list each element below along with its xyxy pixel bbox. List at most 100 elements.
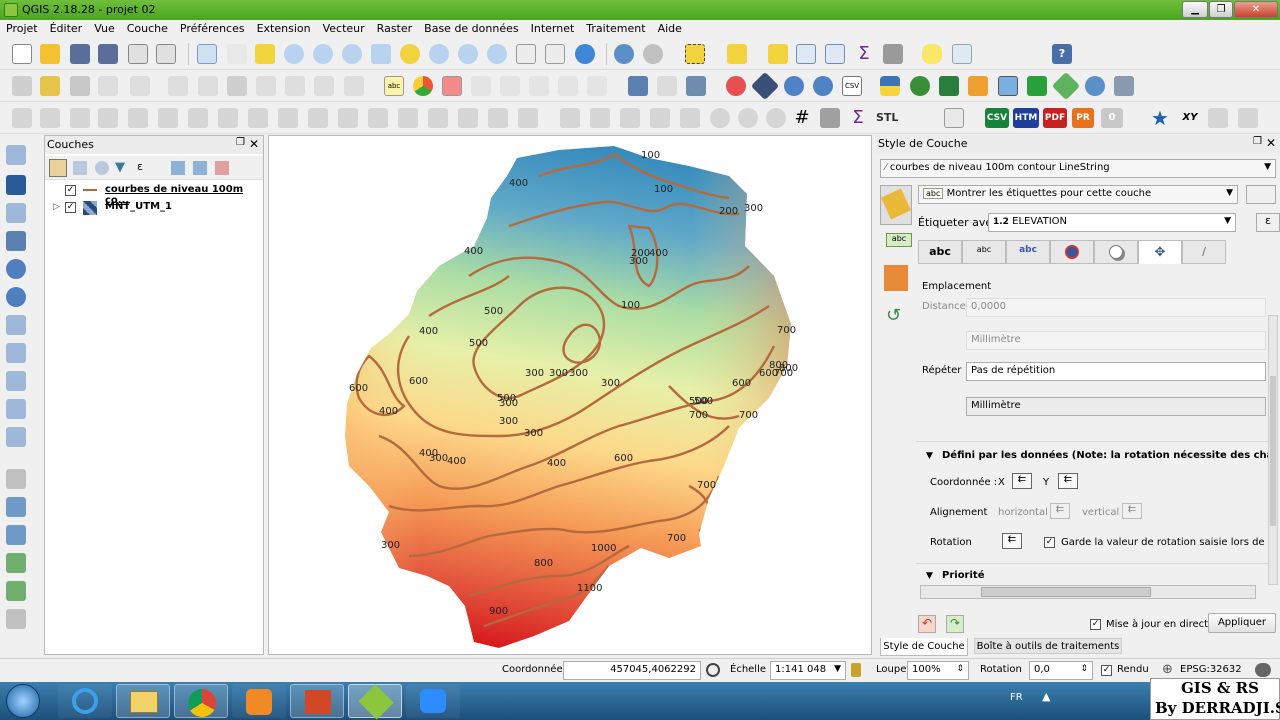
zoom-out-icon[interactable] <box>313 44 333 64</box>
htm-export-icon[interactable]: HTM <box>1013 108 1039 128</box>
zoom-to-selection-icon[interactable] <box>400 44 420 64</box>
menu-base-de-donnees[interactable]: Base de données <box>418 20 524 38</box>
align-v-defined-button[interactable]: ⇇ <box>1122 503 1142 519</box>
snap-icon[interactable] <box>6 609 26 629</box>
fill-ring-icon[interactable] <box>218 108 238 128</box>
close-panel-icon[interactable]: ✕ <box>249 137 259 151</box>
advanced-digitize-icon[interactable] <box>12 108 32 128</box>
digitize-icon[interactable] <box>939 76 959 96</box>
grid-icon[interactable]: # <box>792 108 812 128</box>
split-parts-icon[interactable] <box>398 108 418 128</box>
start-button-icon[interactable] <box>6 684 40 718</box>
tab-placement[interactable]: ✥ <box>1138 240 1182 264</box>
tab-layer-style[interactable]: Style de Couche <box>880 638 968 656</box>
measure-icon[interactable] <box>883 44 903 64</box>
add-raster-layer-icon[interactable] <box>6 175 26 195</box>
check-geometry-icon[interactable] <box>6 581 26 601</box>
globe-icon[interactable] <box>910 76 930 96</box>
rendering-tab-icon[interactable] <box>884 265 908 291</box>
postgis-icon[interactable] <box>686 76 706 96</box>
menu-couche[interactable]: Couche <box>121 20 174 38</box>
zoom-last-icon[interactable] <box>458 44 478 64</box>
scale-select[interactable]: 1:141 048 ▼ <box>770 661 846 680</box>
align-h-defined-button[interactable]: ⇇ <box>1050 503 1070 519</box>
collapse-arrow-icon[interactable]: ▼ <box>926 451 933 461</box>
expand-all-icon[interactable] <box>171 161 185 175</box>
open-project-icon[interactable] <box>40 44 60 64</box>
help-icon[interactable]: ? <box>1052 44 1072 64</box>
apply-button[interactable]: Appliquer <box>1208 613 1276 633</box>
minimize-button[interactable]: ▁ <box>1182 1 1208 18</box>
zero-counter-icon[interactable]: 0 <box>1101 108 1123 128</box>
open-layer-styling-icon[interactable] <box>49 159 67 177</box>
render-checkbox[interactable]: ✓ <box>1101 665 1112 676</box>
taskbar-powerpoint-icon[interactable] <box>290 684 344 718</box>
pan-to-selection-icon[interactable] <box>255 44 275 64</box>
add-group-icon[interactable] <box>73 161 87 175</box>
label-rules-button[interactable] <box>1246 185 1276 204</box>
move-feature-icon[interactable] <box>168 76 188 96</box>
rotation-defined-button[interactable]: ⇇ <box>1002 533 1022 549</box>
vector-icon[interactable] <box>750 71 780 101</box>
topology-icon[interactable] <box>6 553 26 573</box>
collapse-all-icon[interactable] <box>193 161 207 175</box>
scrollbar-thumb[interactable] <box>1270 376 1276 526</box>
new-spatialite-layer-icon[interactable] <box>6 427 26 447</box>
merge-features-icon[interactable] <box>428 108 448 128</box>
label-properties-icon[interactable] <box>587 76 607 96</box>
select-by-expression-icon[interactable] <box>727 44 747 64</box>
csv-layer-icon[interactable]: CSV <box>842 76 862 96</box>
layout-icon[interactable] <box>944 108 964 128</box>
add-delimited-text-icon[interactable] <box>6 343 26 363</box>
pan-map-icon[interactable] <box>197 44 217 64</box>
rotate-point-icon[interactable] <box>488 108 508 128</box>
undo-icon[interactable] <box>344 76 364 96</box>
layer-item-mnt[interactable]: ✓ MNT_UTM_1 <box>65 200 261 216</box>
maximize-button[interactable]: ❐ <box>1209 1 1233 18</box>
taskbar-qgis-icon[interactable] <box>348 684 402 720</box>
repeat-select[interactable]: Pas de répétition <box>966 362 1266 381</box>
profile-icon[interactable] <box>560 108 580 128</box>
measure-angle-icon[interactable] <box>710 108 730 128</box>
simplify-icon[interactable] <box>128 108 148 128</box>
hand-icon[interactable] <box>227 44 247 64</box>
layer-visibility-checkbox[interactable]: ✓ <box>65 201 76 213</box>
ruler-icon[interactable] <box>1238 108 1258 128</box>
add-ring-icon[interactable] <box>158 108 178 128</box>
menu-raster[interactable]: Raster <box>371 20 418 38</box>
coord-capture-icon[interactable] <box>766 108 786 128</box>
menu-extension[interactable]: Extension <box>251 20 317 38</box>
wcs-icon[interactable] <box>813 76 833 96</box>
new-print-composer-icon[interactable] <box>128 44 148 64</box>
collapse-arrow-icon[interactable]: ▼ <box>926 571 933 581</box>
pdf-export-icon[interactable]: PDF <box>1043 108 1067 128</box>
menu-editer[interactable]: Éditer <box>44 20 89 38</box>
add-wms-icon[interactable] <box>6 259 26 279</box>
python-console-icon[interactable] <box>880 76 900 96</box>
node-tool-icon[interactable] <box>198 76 218 96</box>
undo-style-icon[interactable]: ↶ <box>918 615 936 633</box>
float-panel-icon[interactable]: ❐ <box>1253 136 1262 147</box>
layer-item-contours[interactable]: ✓ courbes de niveau 100m co... <box>65 183 261 206</box>
georeferencer-icon[interactable] <box>998 76 1018 96</box>
zonal-stats-icon[interactable]: Σ <box>848 108 868 128</box>
merge-attributes-icon[interactable] <box>458 108 478 128</box>
tab-buffer[interactable]: abc <box>1006 240 1050 264</box>
add-wfs-icon[interactable] <box>6 287 26 307</box>
new-shapefile-icon[interactable] <box>6 399 26 419</box>
live-update-checkbox[interactable]: ✓ <box>1090 619 1101 630</box>
pin-labels-icon[interactable] <box>442 76 462 96</box>
change-label-icon[interactable] <box>558 76 578 96</box>
filter-expression-icon[interactable]: ε <box>137 160 143 173</box>
redo-style-icon[interactable]: ↷ <box>946 615 964 633</box>
select-features-icon[interactable] <box>685 44 705 64</box>
digitize-line-icon[interactable] <box>6 497 26 517</box>
move-label-icon[interactable] <box>500 76 520 96</box>
zoom-full-icon[interactable] <box>371 44 391 64</box>
repeat-unit-select[interactable]: Millimètre <box>966 397 1266 416</box>
new-map-view-icon[interactable] <box>516 44 536 64</box>
raster-calc-icon[interactable] <box>820 108 840 128</box>
menu-aide[interactable]: Aide <box>652 20 688 38</box>
menu-projet[interactable]: Projet <box>0 20 44 38</box>
coord-status-value[interactable]: 457045,4062292 <box>563 661 701 680</box>
